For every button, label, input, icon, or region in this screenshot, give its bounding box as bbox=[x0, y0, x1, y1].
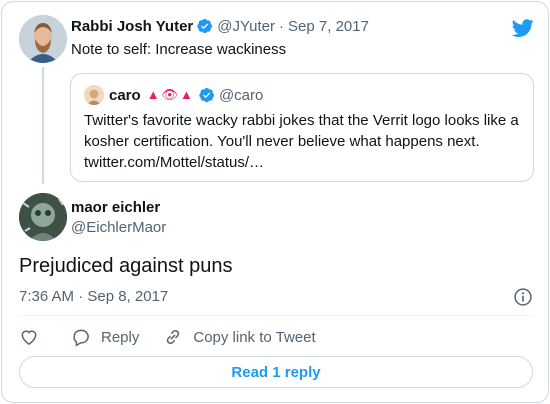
comment-icon bbox=[73, 329, 89, 347]
reply-button[interactable]: Reply bbox=[71, 327, 139, 347]
twitter-bird-icon[interactable] bbox=[512, 17, 534, 39]
quoted-text-line: Twitter's favorite wacky rabbi jokes tha… bbox=[84, 112, 519, 129]
read-replies-button[interactable]: Read 1 reply bbox=[19, 356, 533, 388]
parent-author-handle[interactable]: @JYuter bbox=[217, 18, 275, 35]
like-button[interactable] bbox=[19, 327, 39, 347]
avatar-caro[interactable] bbox=[84, 85, 104, 105]
link-icon bbox=[167, 329, 180, 345]
verified-badge-icon bbox=[197, 19, 213, 34]
header-separator: · bbox=[279, 17, 285, 35]
quoted-author-emoji: ▲👁▲ bbox=[146, 87, 195, 102]
divider bbox=[19, 315, 533, 316]
avatar-maor[interactable] bbox=[19, 193, 67, 241]
quoted-author-name[interactable]: caro bbox=[109, 87, 141, 104]
reply-author-name[interactable]: maor eichler bbox=[71, 199, 160, 216]
reply-tweet-text: Prejudiced against puns bbox=[19, 255, 233, 277]
parent-tweet-text: Note to self: Increase wackiness bbox=[71, 41, 287, 58]
parent-tweet-date[interactable]: Sep 7, 2017 bbox=[288, 18, 369, 35]
reply-label: Reply bbox=[101, 328, 140, 346]
reply-author-handle[interactable]: @EichlerMaor bbox=[71, 219, 166, 236]
copy-link-button[interactable]: Copy link to Tweet bbox=[163, 327, 316, 347]
quoted-tweet-text: Twitter's favorite wacky rabbi jokes tha… bbox=[84, 110, 529, 173]
quoted-text-line: kosher certification. You'll never belie… bbox=[84, 133, 480, 150]
quoted-tweet-header: caro ▲👁▲ @caro bbox=[84, 85, 263, 105]
tweet-actions: Reply Copy link to Tweet bbox=[19, 326, 316, 348]
heart-icon bbox=[21, 330, 37, 345]
info-icon[interactable] bbox=[513, 287, 533, 307]
verified-badge-icon bbox=[199, 88, 214, 103]
copy-link-label: Copy link to Tweet bbox=[193, 328, 316, 346]
reply-timestamp[interactable]: 7:36 AM · Sep 8, 2017 bbox=[19, 288, 168, 305]
thread-connector-line bbox=[42, 67, 44, 184]
embedded-tweet-card: Rabbi Josh Yuter @JYuter · Sep 7, 2017 N… bbox=[1, 1, 549, 403]
avatar-josh[interactable] bbox=[19, 15, 67, 63]
quoted-tweet-link[interactable]: twitter.com/Mottel/status/… bbox=[84, 152, 529, 173]
parent-tweet-header: Rabbi Josh Yuter @JYuter · Sep 7, 2017 bbox=[71, 16, 369, 36]
quoted-tweet[interactable]: caro ▲👁▲ @caro Twitter's favorite wacky … bbox=[70, 73, 534, 182]
parent-author-name[interactable]: Rabbi Josh Yuter bbox=[71, 18, 193, 35]
quoted-author-handle[interactable]: @caro bbox=[219, 87, 263, 104]
